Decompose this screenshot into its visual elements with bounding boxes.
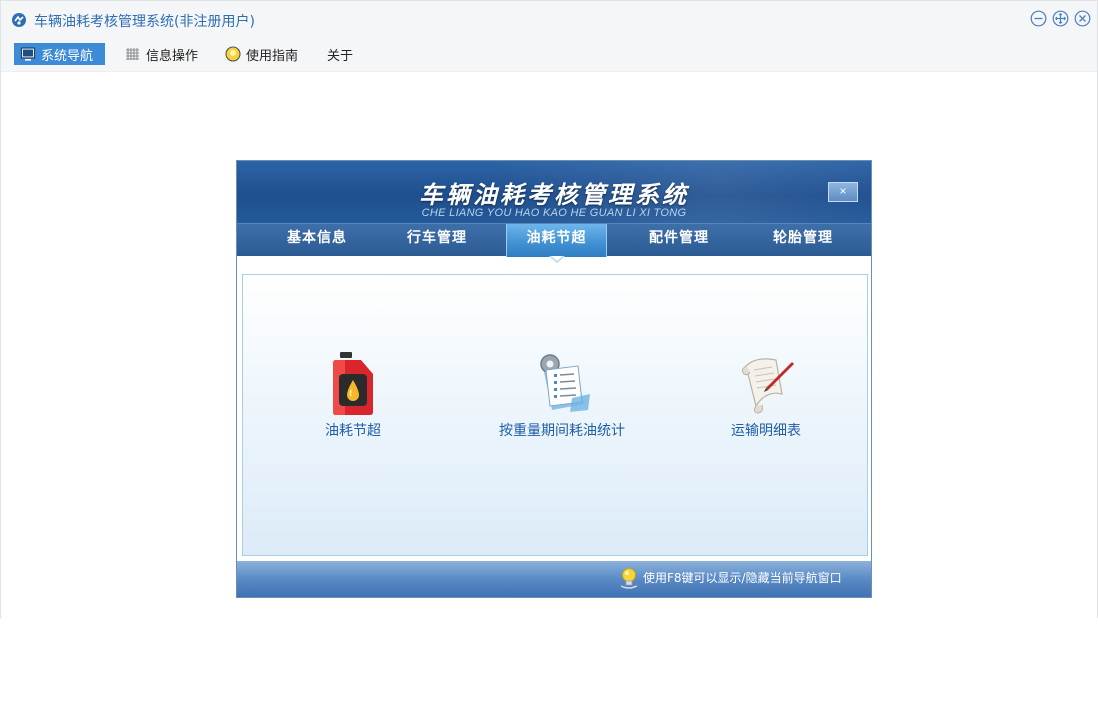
panel-tab-bar: 基本信息 行车管理 油耗节超 配件管理 轮胎管理 bbox=[237, 223, 871, 257]
panel-subtitle: CHE LIANG YOU HAO KAO HE GUAN LI XI TONG bbox=[421, 207, 687, 219]
app-logo-icon bbox=[12, 13, 26, 27]
menu-user-guide[interactable]: 使用指南 bbox=[219, 43, 305, 65]
tab-fuel-savings[interactable]: 油耗节超 bbox=[506, 224, 607, 257]
nav-items-area: 油耗节超 按重量期间耗油统计 运输明细表 bbox=[242, 274, 868, 556]
nav-item-fuel-stats-by-weight-label: 按重量期间耗油统计 bbox=[499, 423, 625, 439]
monitor-icon bbox=[20, 47, 36, 61]
grid-icon bbox=[126, 48, 139, 60]
tab-parts-management[interactable]: 配件管理 bbox=[629, 224, 729, 257]
bulb-icon bbox=[225, 46, 241, 62]
fuel-can-icon bbox=[333, 352, 373, 415]
active-tab-pointer-inner bbox=[551, 256, 563, 261]
checklist-gear-icon bbox=[540, 354, 590, 412]
menu-system-navigation-label: 系统导航 bbox=[41, 48, 94, 64]
scroll-pen-icon bbox=[741, 358, 794, 414]
minimize-icon[interactable] bbox=[1030, 10, 1047, 27]
menu-bar: 系统导航 信息操作 使用指南 关于 bbox=[1, 39, 1097, 72]
panel-footer: 使用F8键可以显示/隐藏当前导航窗口 bbox=[237, 561, 871, 597]
nav-item-transport-details[interactable]: 运输明细表 bbox=[721, 350, 811, 440]
tab-driving-management[interactable]: 行车管理 bbox=[387, 224, 487, 257]
title-bar: 车辆油耗考核管理系统(非注册用户) bbox=[1, 1, 1097, 39]
panel-title: 车辆油耗考核管理系统 bbox=[419, 180, 689, 209]
nav-item-fuel-stats-by-weight[interactable]: 按重量期间耗油统计 bbox=[491, 350, 633, 440]
lightbulb-hint-icon bbox=[620, 568, 638, 589]
close-icon[interactable] bbox=[1074, 10, 1091, 27]
menu-user-guide-label: 使用指南 bbox=[246, 48, 299, 64]
menu-info-operation-label: 信息操作 bbox=[146, 48, 199, 64]
nav-item-fuel-savings-label: 油耗节超 bbox=[325, 423, 381, 439]
nav-item-fuel-savings[interactable]: 油耗节超 bbox=[313, 350, 393, 440]
menu-info-operation[interactable]: 信息操作 bbox=[119, 43, 205, 65]
menu-system-navigation[interactable]: 系统导航 bbox=[14, 43, 105, 65]
menu-about-label: 关于 bbox=[327, 48, 354, 64]
panel-close-button[interactable]: × bbox=[828, 182, 858, 202]
navigation-panel: 车辆油耗考核管理系统 CHE LIANG YOU HAO KAO HE GUAN… bbox=[236, 160, 872, 598]
panel-header: 车辆油耗考核管理系统 CHE LIANG YOU HAO KAO HE GUAN… bbox=[237, 161, 871, 223]
tab-tire-management[interactable]: 轮胎管理 bbox=[753, 224, 853, 257]
maximize-icon[interactable] bbox=[1052, 10, 1069, 27]
nav-item-transport-details-label: 运输明细表 bbox=[731, 423, 801, 439]
footer-hint-text: 使用F8键可以显示/隐藏当前导航窗口 bbox=[643, 571, 842, 585]
app-title: 车辆油耗考核管理系统(非注册用户) bbox=[34, 14, 255, 30]
tab-basic-info[interactable]: 基本信息 bbox=[267, 224, 367, 257]
menu-about[interactable]: 关于 bbox=[321, 43, 360, 65]
